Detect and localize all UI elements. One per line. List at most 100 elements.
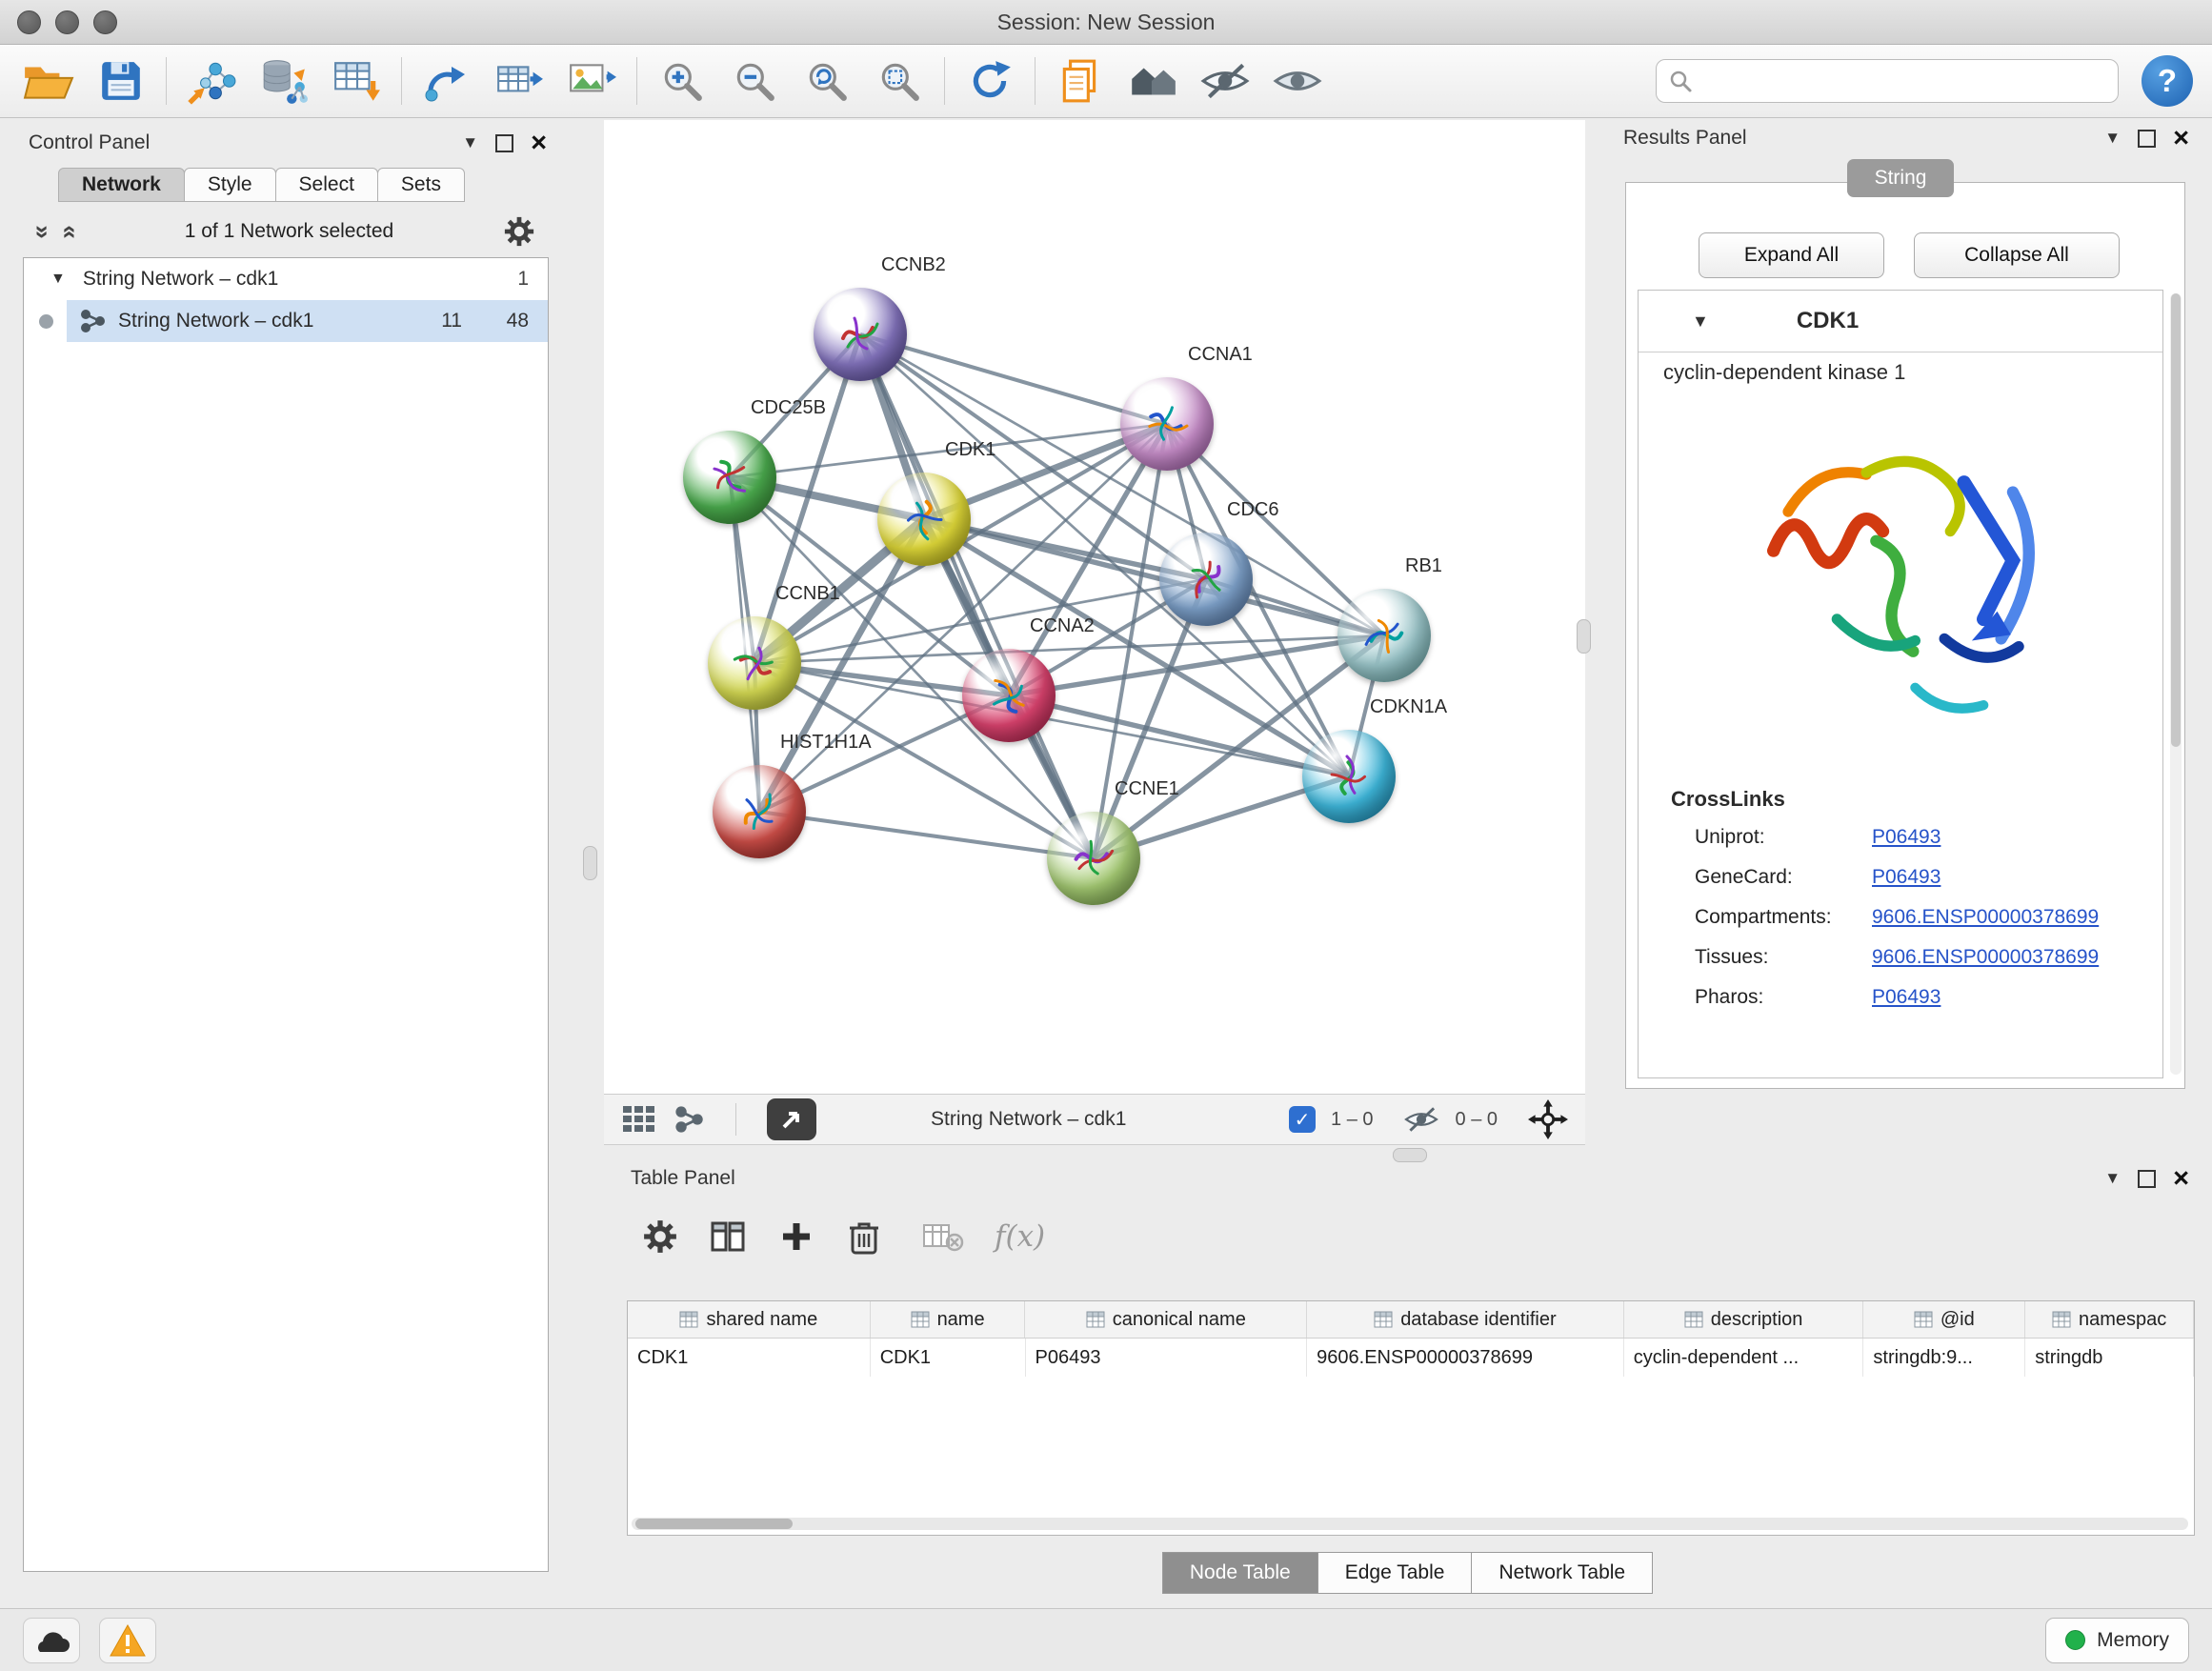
tab-sets[interactable]: Sets	[377, 168, 465, 202]
warnings-button[interactable]	[99, 1618, 156, 1663]
export-image-button[interactable]	[562, 51, 621, 111]
cloud-status-button[interactable]	[23, 1618, 80, 1663]
network-collection-row[interactable]: ▼ String Network – cdk1 1	[24, 258, 548, 300]
network-node-cdc6[interactable]	[1159, 533, 1253, 626]
network-node-hist1h1a[interactable]	[713, 765, 806, 858]
import-network-from-file-button[interactable]	[182, 51, 241, 111]
column-header-database-identifier[interactable]: database identifier	[1307, 1301, 1624, 1338]
tab-style[interactable]: Style	[184, 168, 276, 202]
function-builder-fx-icon[interactable]: f(x)	[995, 1219, 1045, 1254]
import-table-from-file-button[interactable]	[327, 51, 386, 111]
crosslink-link[interactable]: P06493	[1872, 986, 1941, 1009]
crosslink-link[interactable]: 9606.ENSP00000378699	[1872, 906, 2099, 929]
collection-expand-caret-icon[interactable]: ▼	[50, 271, 66, 288]
search-field[interactable]	[1656, 59, 2119, 103]
crosslink-link[interactable]: 9606.ENSP00000378699	[1872, 946, 2099, 969]
column-header-name[interactable]: name	[871, 1301, 1026, 1338]
network-node-rb1[interactable]	[1337, 589, 1431, 682]
zoom-in-button[interactable]	[653, 51, 712, 111]
zoom-selected-region-button[interactable]	[870, 51, 929, 111]
column-header-namespac[interactable]: namespac	[2025, 1301, 2194, 1338]
network-canvas[interactable]: CCNB2CCNA1CDC25BCDK1CDC6RB1CCNB1CCNA2CDK…	[604, 120, 1585, 1094]
panel-menu-icon[interactable]: ▼	[2104, 129, 2121, 148]
network-panel-settings-gear-icon[interactable]	[503, 215, 535, 248]
network-edge[interactable]	[860, 334, 1094, 858]
zoom-out-button[interactable]	[725, 51, 784, 111]
tab-string[interactable]: String	[1847, 159, 1954, 197]
column-header-description[interactable]: description	[1624, 1301, 1864, 1338]
hide-selected-button[interactable]	[1196, 51, 1255, 111]
save-session-button[interactable]	[91, 51, 151, 111]
table-cell[interactable]: stringdb:9...	[1863, 1339, 2025, 1377]
network-node-ccna1[interactable]	[1120, 377, 1214, 471]
network-edge[interactable]	[860, 334, 1167, 424]
add-column-plus-icon[interactable]	[777, 1218, 815, 1256]
network-node-ccna2[interactable]	[962, 649, 1056, 742]
table-cell[interactable]: CDK1	[628, 1339, 871, 1377]
table-horizontal-scrollbar[interactable]	[632, 1518, 2188, 1530]
collapse-all-button[interactable]: Collapse All	[1914, 232, 2120, 278]
table-settings-gear-icon[interactable]	[642, 1218, 678, 1255]
delete-column-trash-icon[interactable]	[846, 1217, 882, 1257]
tab-network-table[interactable]: Network Table	[1471, 1552, 1653, 1594]
panel-close-icon[interactable]: ×	[2173, 129, 2189, 148]
network-edge[interactable]	[759, 812, 1094, 858]
collapse-all-networks-icon[interactable]: »	[53, 225, 83, 238]
network-node-cdk1[interactable]	[877, 473, 971, 566]
memory-button[interactable]: Memory	[2045, 1618, 2189, 1663]
table-cell[interactable]: CDK1	[871, 1339, 1026, 1377]
gene-collapse-caret-icon[interactable]: ▼	[1692, 312, 1709, 332]
table-cell[interactable]: stringdb	[2025, 1339, 2194, 1377]
panel-float-icon[interactable]	[2138, 1170, 2156, 1188]
help-button[interactable]: ?	[2142, 55, 2193, 107]
open-in-browser-button[interactable]	[767, 1098, 816, 1140]
splitter-handle[interactable]	[1393, 1148, 1427, 1162]
splitter-handle[interactable]	[583, 846, 597, 880]
panel-close-icon[interactable]: ×	[2173, 1169, 2189, 1188]
clone-network-button[interactable]	[1051, 51, 1110, 111]
crosslink-link[interactable]: P06493	[1872, 866, 1941, 889]
birdseye-view-icon[interactable]	[621, 1104, 657, 1135]
open-session-button[interactable]	[19, 51, 78, 111]
gene-header[interactable]: ▼ CDK1	[1639, 291, 2162, 352]
panel-float-icon[interactable]	[2138, 130, 2156, 148]
splitter-handle[interactable]	[1577, 619, 1591, 654]
column-header-shared-name[interactable]: shared name	[628, 1301, 871, 1338]
panel-close-icon[interactable]: ×	[531, 133, 547, 152]
table-cell[interactable]: 9606.ENSP00000378699	[1307, 1339, 1624, 1377]
tab-select[interactable]: Select	[275, 168, 378, 202]
network-node-ccnb2[interactable]	[814, 288, 907, 381]
home-button[interactable]	[1123, 51, 1182, 111]
tab-edge-table[interactable]: Edge Table	[1317, 1552, 1473, 1594]
table-cell[interactable]: P06493	[1026, 1339, 1308, 1377]
import-network-from-database-button[interactable]	[254, 51, 313, 111]
network-row[interactable]: String Network – cdk1 11 48	[24, 300, 548, 342]
network-node-cdkn1a[interactable]	[1302, 730, 1396, 823]
table-row[interactable]: CDK1CDK1P064939606.ENSP00000378699cyclin…	[628, 1339, 2194, 1377]
panel-menu-icon[interactable]: ▼	[462, 133, 478, 152]
delete-table-icon[interactable]	[922, 1219, 964, 1254]
table-cell[interactable]: cyclin-dependent ...	[1624, 1339, 1864, 1377]
pan-crosshair-icon[interactable]	[1528, 1099, 1568, 1139]
zoom-fit-content-button[interactable]	[797, 51, 856, 111]
network-overview-icon[interactable]	[673, 1104, 705, 1135]
column-header--id[interactable]: @id	[1863, 1301, 2025, 1338]
expand-all-button[interactable]: Expand All	[1699, 232, 1884, 278]
tab-node-table[interactable]: Node Table	[1162, 1552, 1318, 1594]
search-input[interactable]	[1702, 69, 2106, 93]
network-node-ccnb1[interactable]	[708, 616, 801, 710]
selected-checkbox-icon[interactable]: ✓	[1289, 1106, 1316, 1133]
column-header-canonical-name[interactable]: canonical name	[1025, 1301, 1307, 1338]
panel-menu-icon[interactable]: ▼	[2104, 1169, 2121, 1188]
export-table-button[interactable]	[490, 51, 549, 111]
network-node-ccne1[interactable]	[1047, 812, 1140, 905]
show-columns-icon[interactable]	[709, 1218, 747, 1256]
network-node-cdc25b[interactable]	[683, 431, 776, 524]
panel-float-icon[interactable]	[495, 134, 513, 152]
results-scrollbar[interactable]	[2170, 293, 2182, 1075]
show-all-button[interactable]	[1268, 51, 1327, 111]
refresh-network-button[interactable]	[960, 51, 1019, 111]
tab-network[interactable]: Network	[58, 168, 185, 202]
crosslink-link[interactable]: P06493	[1872, 826, 1941, 849]
export-network-button[interactable]	[417, 51, 476, 111]
